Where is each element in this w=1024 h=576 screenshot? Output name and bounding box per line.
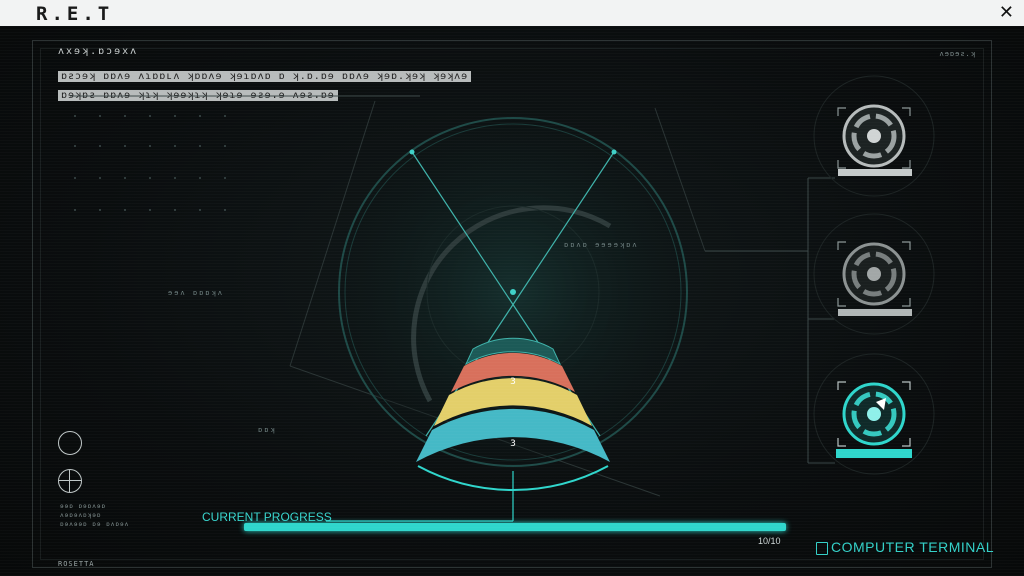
dial-label-left: ɘɘʌ ɒɒɒʞʌ (168, 289, 224, 297)
progress-fill (244, 523, 786, 531)
footer-label: ROSETTA (58, 560, 95, 568)
globe-icon[interactable] (58, 469, 82, 493)
dial-label-right: ɒɒʌɒ ɘɘɘɘʞɒʌ (564, 241, 639, 249)
segment-label-1: 3 (510, 377, 516, 387)
sidebar-text-line-1: ɘɘɒ ɒɘɒʌɘɒ (60, 503, 107, 510)
dot-grid (74, 115, 226, 211)
title-bar: R.E.T ✕ (0, 0, 1024, 28)
progress-label: CURRENT PROGRESS (202, 510, 332, 524)
close-icon[interactable]: ✕ (999, 2, 1014, 23)
game-screen: ʌxɘʞ.ɒɔɘxʌ ɒƨɔɘʞ ɒɒʌɘ ʌɿɒɒʟʌ ʞɒɒʌɘ ʞɘɿɒʌ… (0, 26, 1024, 576)
sidebar-text-line-2: ʌɘɒɘʌɒʞɘɒ (60, 512, 102, 519)
option-2-button[interactable] (832, 238, 916, 318)
sidebar-text: ɘɘɒ ɒɘɒʌɘɒ ʌɘɒɘʌɒʞɘɒ ɒɘʌɘɘɒ ɒɘ ɒʌɒɘʌ (60, 502, 129, 529)
computer-terminal-label[interactable]: COMPUTER TERMINAL (831, 539, 994, 555)
app-logo: R.E.T (36, 3, 114, 25)
dial-label-small: ɒɒʞ (258, 426, 277, 434)
progress-bar (244, 523, 786, 531)
progress-count: 10/10 (758, 536, 781, 546)
bio-icon[interactable] (58, 431, 82, 455)
option-1-button[interactable] (832, 101, 916, 181)
option-3-button[interactable] (832, 378, 916, 462)
sidebar-text-line-3: ɒɘʌɘɘɒ ɒɘ ɒʌɒɘʌ (60, 521, 130, 528)
segment-label-3: 3 (510, 439, 516, 449)
dial-center (510, 289, 516, 295)
terminal-icon (816, 542, 828, 555)
